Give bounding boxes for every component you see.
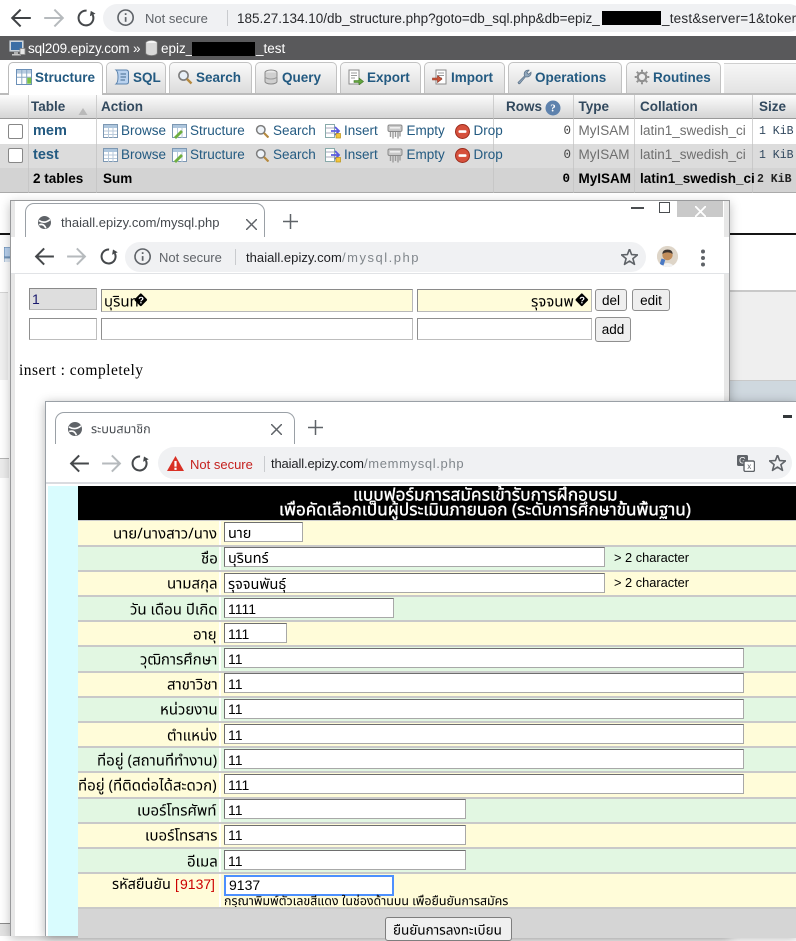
svg-text:?: ? [550, 103, 556, 115]
svg-text:x: x [747, 462, 751, 471]
